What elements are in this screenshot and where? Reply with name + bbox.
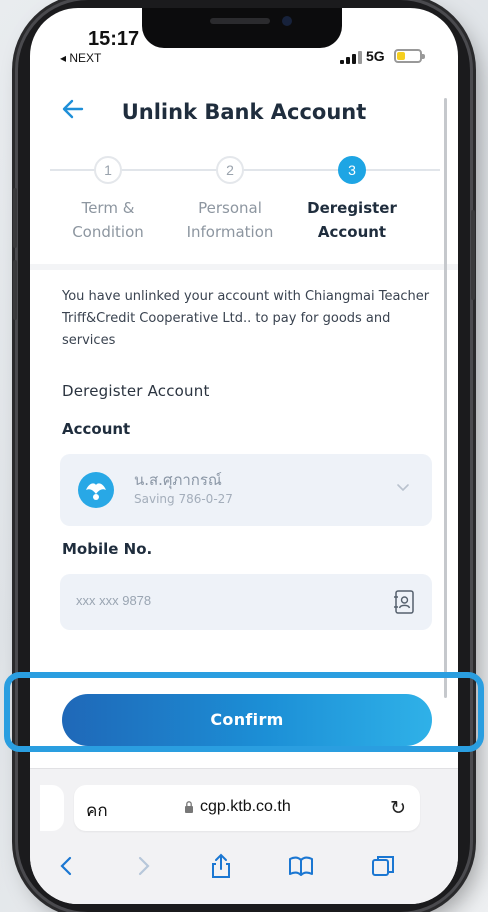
tabs-icon[interactable] (368, 851, 398, 881)
confirm-highlight-frame (4, 672, 484, 752)
notch (142, 8, 342, 48)
previous-tab-preview[interactable] (40, 785, 64, 831)
address-bar[interactable]: คก cgp.ktb.co.th ↻ (74, 785, 420, 831)
section-divider (30, 264, 458, 270)
mobile-label: Mobile No. (62, 540, 153, 558)
section-title: Deregister Account (62, 382, 210, 400)
step-3-label-line1: Deregister (307, 199, 397, 217)
contact-book-icon[interactable] (392, 589, 416, 615)
share-icon[interactable] (206, 851, 236, 881)
mobile-field[interactable]: xxx xxx 9878 (60, 574, 432, 630)
step-2-label: Personal Information (160, 196, 300, 244)
page-title: Unlink Bank Account (121, 100, 367, 124)
browser-toolbar: คก cgp.ktb.co.th ↻ (30, 768, 458, 904)
bank-logo-icon (78, 472, 114, 508)
signal-icon (340, 50, 362, 64)
browser-nav-bar (30, 845, 458, 885)
page-header: Unlink Bank Account (30, 86, 458, 136)
step-1-circle: 1 (94, 156, 122, 184)
forward-icon[interactable] (128, 851, 158, 881)
account-name: น.ส.ศุภากรณ์ (134, 471, 222, 489)
network-type: 5G (366, 48, 385, 64)
front-camera (282, 16, 292, 26)
progress-stepper: 1 2 3 Term & Condition Personal Informat… (30, 154, 458, 264)
scrollbar[interactable] (444, 98, 447, 698)
volume-up-button (13, 188, 17, 248)
mobile-value: xxx xxx 9878 (76, 593, 152, 608)
lock-icon (185, 801, 193, 813)
step-2-circle: 2 (216, 156, 244, 184)
step-3-label: Deregister Account (282, 196, 422, 244)
volume-down-button (13, 260, 17, 320)
step-3-circle: 3 (338, 156, 366, 184)
unlink-info-text: You have unlinked your account with Chia… (62, 289, 430, 348)
bird-emblem-icon (86, 483, 106, 500)
step-1-label: Term & Condition (38, 196, 178, 244)
bookmarks-icon[interactable] (286, 851, 316, 881)
step-1-label-line1: Term & (81, 199, 135, 217)
power-button (471, 210, 475, 300)
chevron-down-icon (397, 484, 409, 492)
step-3-label-line2: Account (317, 223, 387, 241)
speaker-grille (210, 18, 270, 24)
status-time: 15:17 (88, 28, 140, 50)
account-select[interactable]: น.ส.ศุภากรณ์ Saving 786-0-27 (60, 454, 432, 526)
reload-icon[interactable]: ↻ (390, 797, 406, 819)
back-icon[interactable] (52, 851, 82, 881)
battery-icon (394, 49, 425, 63)
step-2-label-line1: Personal (198, 199, 262, 217)
url-text[interactable]: cgp.ktb.co.th (200, 798, 291, 816)
back-to-app-link[interactable]: ◂ NEXT (60, 51, 101, 65)
step-2-label-line2: Information (186, 223, 274, 241)
account-number: Saving 786-0-27 (134, 492, 233, 506)
phone-screen: 15:17 ◂ NEXT 5G Unlink Bank Account 1 2 … (30, 8, 458, 904)
reader-options-button[interactable]: คก (86, 797, 108, 824)
step-1-label-line2: Condition (72, 223, 144, 241)
account-label: Account (62, 420, 131, 438)
